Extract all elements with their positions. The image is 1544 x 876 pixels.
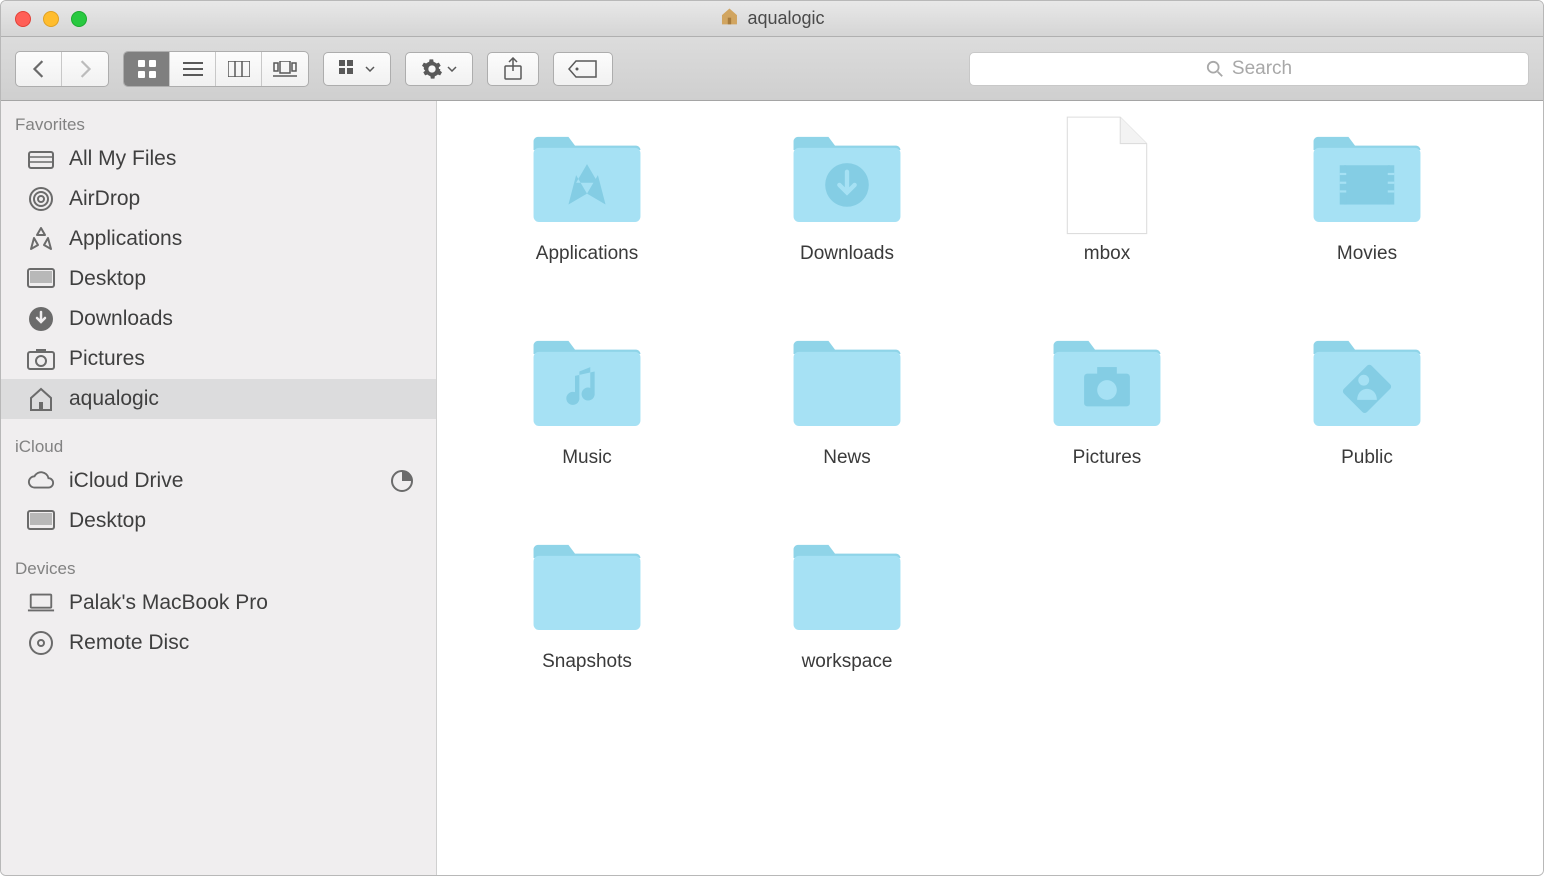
sidebar-item-label: aqualogic — [69, 387, 159, 411]
search-icon — [1206, 60, 1224, 78]
sidebar-item-remote-disc[interactable]: Remote Disc — [1, 623, 436, 663]
sidebar-header-icloud: iCloud — [1, 429, 436, 461]
folder-icon — [527, 529, 647, 639]
folder-icon — [787, 529, 907, 639]
folder-icon — [527, 325, 647, 435]
tags-button[interactable] — [553, 52, 613, 86]
item-label: News — [823, 447, 871, 469]
sidebar-item-icloud-desktop[interactable]: Desktop — [1, 501, 436, 541]
forward-button[interactable] — [62, 52, 108, 86]
view-buttons — [123, 51, 309, 87]
home-icon — [27, 385, 55, 413]
progress-icon — [390, 469, 414, 493]
item-label: workspace — [802, 651, 893, 673]
folder-icon — [1307, 325, 1427, 435]
item-label: Public — [1341, 447, 1393, 469]
finder-window: aqualogic — [0, 0, 1544, 876]
sidebar-item-pictures[interactable]: Pictures — [1, 339, 436, 379]
grid-item-downloads[interactable]: Downloads — [727, 121, 967, 265]
sidebar-item-all-my-files[interactable]: All My Files — [1, 139, 436, 179]
sidebar-item-label: Applications — [69, 227, 182, 251]
sidebar-header-favorites: Favorites — [1, 107, 436, 139]
folder-icon — [787, 325, 907, 435]
sidebar-item-downloads[interactable]: Downloads — [1, 299, 436, 339]
folder-icon — [1307, 121, 1427, 231]
downloads-icon — [27, 305, 55, 333]
sidebar: Favorites All My Files AirDrop Applicati… — [1, 101, 437, 875]
all-my-files-icon — [27, 145, 55, 173]
sidebar-item-label: Desktop — [69, 509, 146, 533]
desktop-icon — [27, 265, 55, 293]
coverflow-view-button[interactable] — [262, 52, 308, 86]
sidebar-item-aqualogic[interactable]: aqualogic — [1, 379, 436, 419]
sidebar-item-label: Remote Disc — [69, 631, 189, 655]
sidebar-item-label: AirDrop — [69, 187, 140, 211]
grid-item-mbox[interactable]: mbox — [987, 121, 1227, 265]
sidebar-item-label: iCloud Drive — [69, 469, 183, 493]
folder-icon — [787, 121, 907, 231]
action-button[interactable] — [405, 52, 473, 86]
toolbar: Search — [1, 37, 1543, 101]
back-button[interactable] — [16, 52, 62, 86]
nav-buttons — [15, 51, 109, 87]
grid-item-public[interactable]: Public — [1247, 325, 1487, 469]
grid-item-movies[interactable]: Movies — [1247, 121, 1487, 265]
sidebar-item-label: Pictures — [69, 347, 145, 371]
airdrop-icon — [27, 185, 55, 213]
column-view-button[interactable] — [216, 52, 262, 86]
grid-item-applications[interactable]: Applications — [467, 121, 707, 265]
grid-item-snapshots[interactable]: Snapshots — [467, 529, 707, 673]
sidebar-item-macbook[interactable]: Palak's MacBook Pro — [1, 583, 436, 623]
sidebar-item-airdrop[interactable]: AirDrop — [1, 179, 436, 219]
item-label: Downloads — [800, 243, 894, 265]
grid-item-music[interactable]: Music — [467, 325, 707, 469]
home-icon — [719, 6, 739, 31]
sidebar-item-label: All My Files — [69, 147, 176, 171]
grid-item-pictures[interactable]: Pictures — [987, 325, 1227, 469]
sidebar-item-icloud-drive[interactable]: iCloud Drive — [1, 461, 436, 501]
minimize-window-button[interactable] — [43, 11, 59, 27]
close-window-button[interactable] — [15, 11, 31, 27]
sidebar-item-label: Downloads — [69, 307, 173, 331]
list-view-button[interactable] — [170, 52, 216, 86]
search-field[interactable]: Search — [969, 52, 1529, 86]
search-placeholder: Search — [1232, 58, 1292, 80]
arrange-button[interactable] — [323, 52, 391, 86]
item-label: mbox — [1084, 243, 1130, 265]
window-controls — [1, 11, 87, 27]
disc-icon — [27, 629, 55, 657]
grid-item-news[interactable]: News — [727, 325, 967, 469]
icon-view-button[interactable] — [124, 52, 170, 86]
window-title-text: aqualogic — [747, 8, 824, 29]
desktop-icon — [27, 507, 55, 535]
item-label: Snapshots — [542, 651, 632, 673]
sidebar-item-desktop[interactable]: Desktop — [1, 259, 436, 299]
pictures-icon — [27, 345, 55, 373]
item-label: Music — [562, 447, 612, 469]
file-icon — [1047, 121, 1167, 231]
sidebar-item-label: Desktop — [69, 267, 146, 291]
sidebar-item-label: Palak's MacBook Pro — [69, 591, 268, 615]
item-label: Movies — [1337, 243, 1397, 265]
file-grid[interactable]: Applications Downloads mbox Movies Music News… — [437, 101, 1543, 875]
sidebar-header-devices: Devices — [1, 551, 436, 583]
share-button[interactable] — [487, 52, 539, 86]
laptop-icon — [27, 589, 55, 617]
zoom-window-button[interactable] — [71, 11, 87, 27]
window-title: aqualogic — [719, 6, 824, 31]
titlebar[interactable]: aqualogic — [1, 1, 1543, 37]
item-label: Applications — [536, 243, 638, 265]
sidebar-item-applications[interactable]: Applications — [1, 219, 436, 259]
cloud-icon — [27, 467, 55, 495]
applications-icon — [27, 225, 55, 253]
folder-icon — [527, 121, 647, 231]
folder-icon — [1047, 325, 1167, 435]
item-label: Pictures — [1073, 447, 1142, 469]
grid-item-workspace[interactable]: workspace — [727, 529, 967, 673]
